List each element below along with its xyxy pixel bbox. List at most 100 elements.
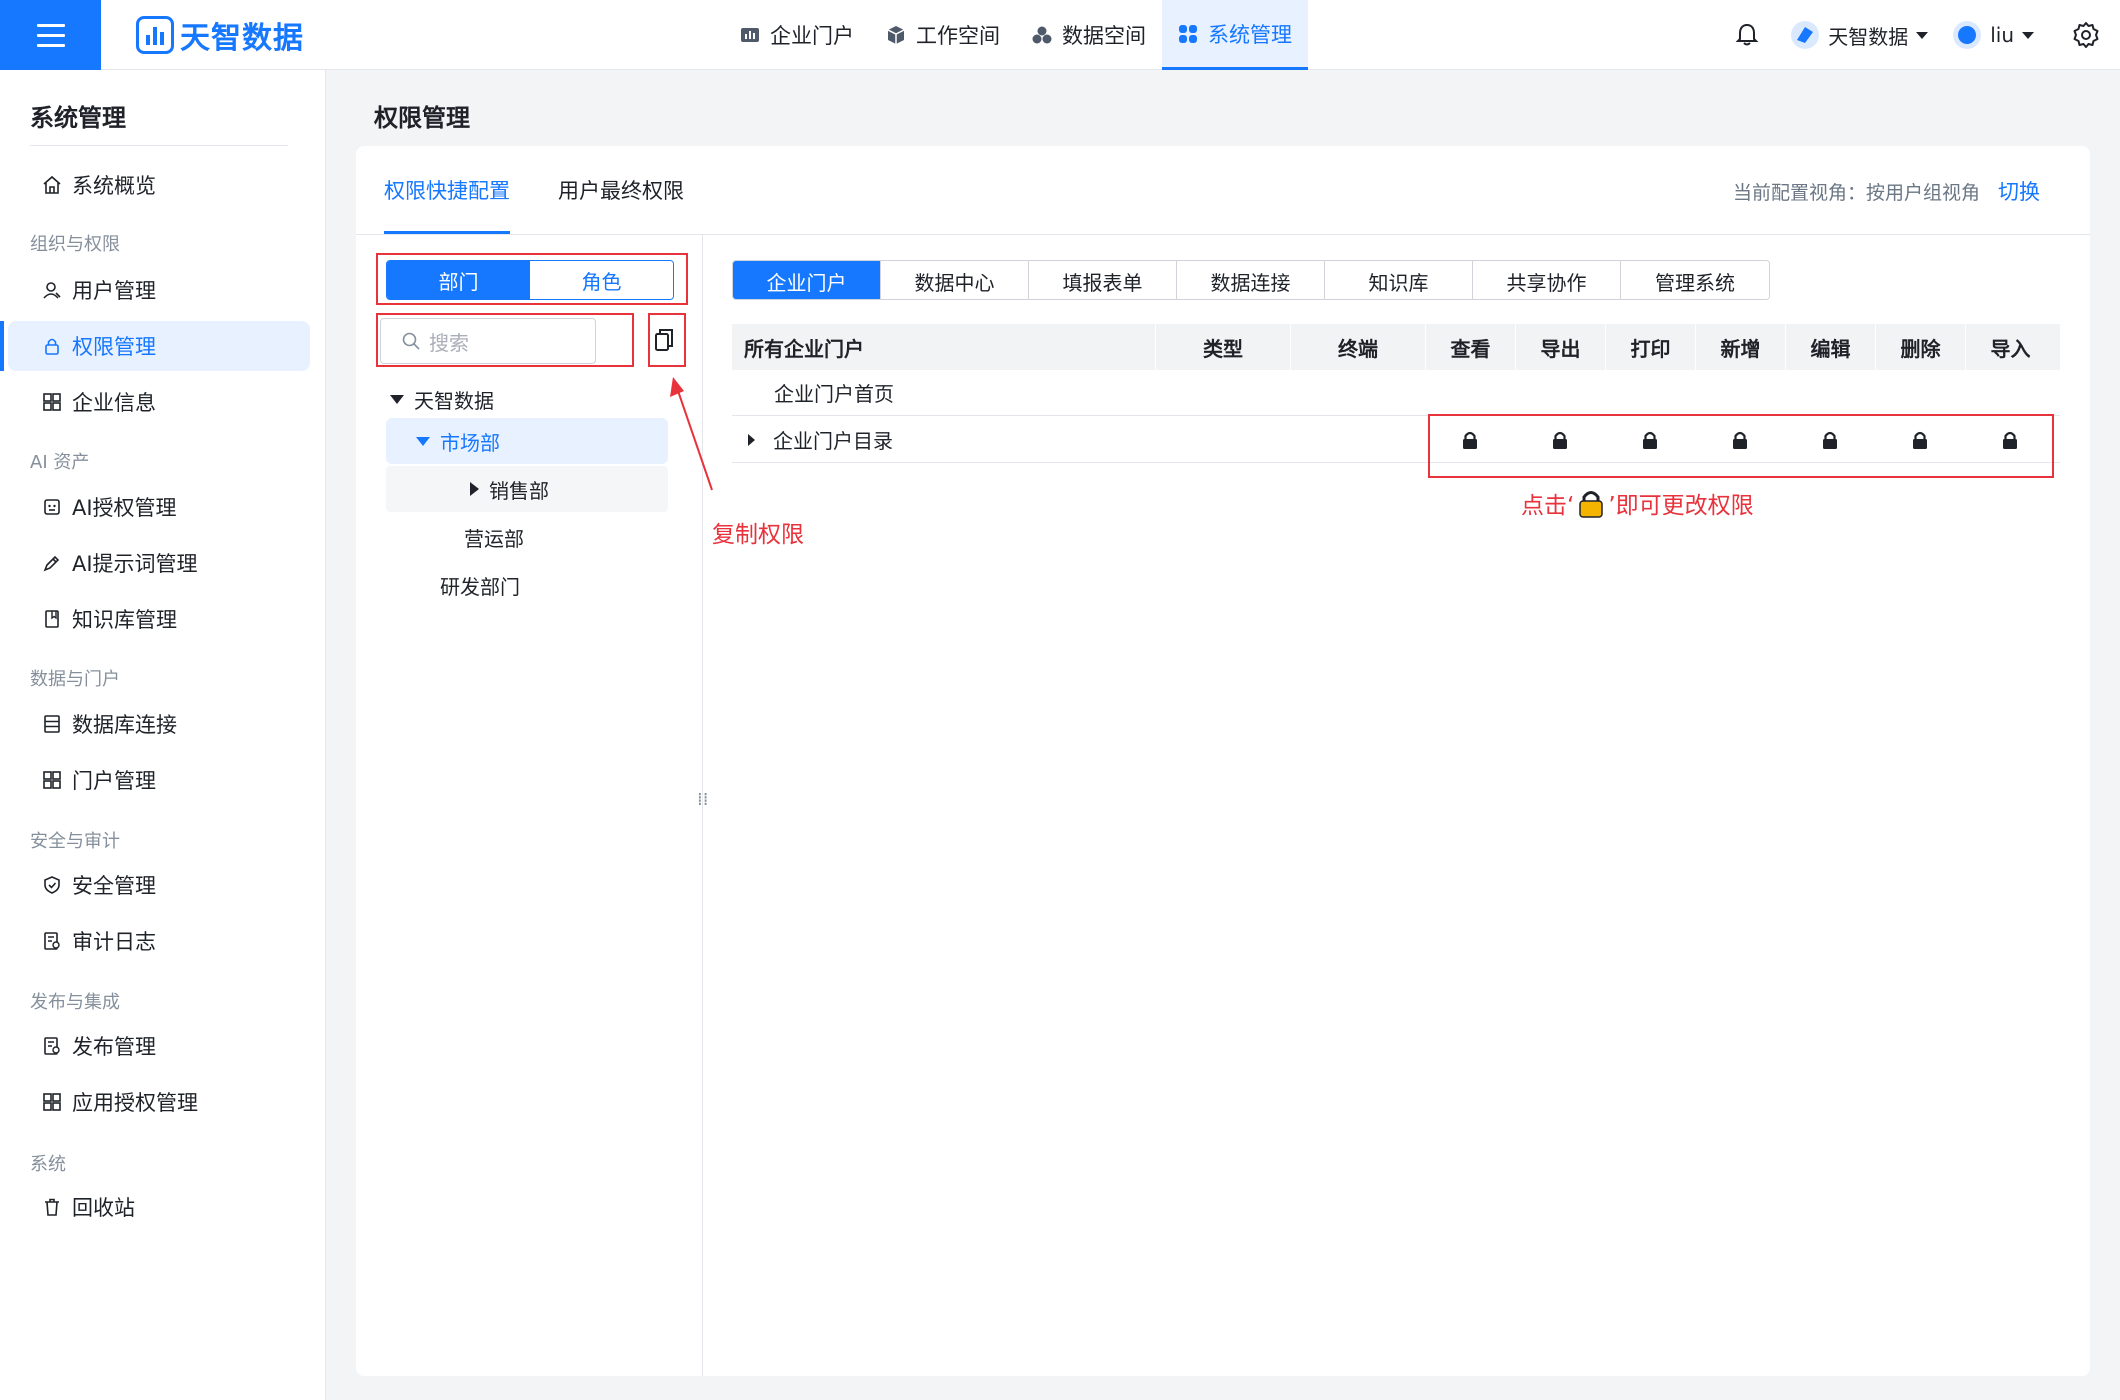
sidebar-item-portal[interactable]: 门户管理: [8, 755, 310, 805]
category-tab[interactable]: 管理系统: [1621, 261, 1769, 299]
col-view: 查看: [1425, 324, 1515, 370]
sidebar-item-label: 企业信息: [72, 391, 156, 415]
robot-icon: [44, 499, 60, 515]
sidebar-item-overview[interactable]: 系统概览: [8, 160, 310, 210]
annotation-lock-suffix: ’即可更改权限: [1608, 493, 1754, 519]
org-switcher[interactable]: 天智数据: [1790, 20, 1929, 50]
lock-icon: [45, 338, 59, 355]
sidebar-item-company[interactable]: 企业信息: [8, 377, 310, 427]
row-label-cell: 企业门户目录: [732, 425, 1155, 454]
sidebar-item-knowledge[interactable]: 知识库管理: [8, 594, 310, 644]
audit-icon: [44, 932, 60, 950]
sidebar-item-permissions[interactable]: 权限管理: [0, 321, 310, 371]
sidebar-title: 系统管理: [30, 104, 126, 132]
divider: [30, 145, 288, 146]
chevron-down-icon: [2022, 31, 2034, 39]
tab-quick-config[interactable]: 权限快捷配置: [384, 146, 510, 234]
topnav-label: 系统管理: [1208, 22, 1292, 47]
sidebar: 系统管理 系统概览 组织与权限 用户管理 权限管理 企业信息 AI 资产 AI授…: [0, 70, 326, 1400]
tree-node-root[interactable]: 天智数据: [390, 376, 494, 422]
shield-icon: [44, 876, 60, 894]
sidebar-item-audit[interactable]: 审计日志: [8, 916, 310, 966]
category-tab[interactable]: 企业门户: [733, 261, 881, 299]
topnav-label: 工作空间: [916, 24, 1000, 48]
sidebar-item-app-auth[interactable]: 应用授权管理: [8, 1077, 310, 1127]
bell-icon[interactable]: [1734, 22, 1760, 48]
col-edit: 编辑: [1785, 324, 1875, 370]
col-print: 打印: [1605, 324, 1695, 370]
chart-icon: [741, 28, 759, 42]
trash-icon: [45, 1198, 59, 1216]
topnav-label: 企业门户: [770, 24, 854, 48]
table-row[interactable]: 企业门户首页: [732, 370, 2060, 416]
topnav-dataspace[interactable]: 数据空间: [1016, 0, 1162, 70]
table-header: 所有企业门户 类型 终端 查看 导出 打印 新增 编辑 删除 导入: [732, 324, 2060, 370]
tree-label: 销售部: [489, 478, 549, 503]
menu-icon[interactable]: [0, 0, 101, 70]
col-portal: 所有企业门户: [744, 336, 864, 361]
annotation-lock-prefix: 点击‘: [1521, 493, 1575, 519]
category-tab[interactable]: 填报表单: [1029, 261, 1177, 299]
topnav-system-admin[interactable]: 系统管理: [1162, 0, 1308, 70]
tree-node-marketing[interactable]: 市场部: [386, 418, 668, 464]
sidebar-item-ai-auth[interactable]: AI授权管理: [8, 482, 310, 532]
col-add: 新增: [1695, 324, 1785, 370]
chevron-down-icon: [1916, 31, 1929, 39]
row-label: 企业门户目录: [773, 429, 893, 453]
sidebar-item-label: 知识库管理: [72, 608, 177, 632]
tree-node-ops[interactable]: 营运部: [464, 514, 524, 560]
row-label: 企业门户首页: [774, 382, 894, 406]
annotation-lock-text: 点击‘ ’即可更改权限: [1521, 486, 1754, 520]
sidebar-item-users[interactable]: 用户管理: [8, 265, 310, 315]
sidebar-item-publish[interactable]: 发布管理: [8, 1021, 310, 1071]
user-name: liu: [1990, 23, 2014, 47]
topnav-workspace[interactable]: 工作空间: [870, 0, 1016, 70]
sidebar-item-label: 回收站: [72, 1196, 135, 1220]
apps-icon: [43, 393, 61, 411]
sidebar-item-label: 应用授权管理: [72, 1091, 198, 1115]
top-bar: 天智数据 企业门户 工作空间 数据空间 系统管理 天智数据 liu: [0, 0, 2120, 70]
category-tab[interactable]: 共享协作: [1473, 261, 1621, 299]
brand-logo[interactable]: 天智数据: [136, 14, 304, 56]
expand-icon[interactable]: [748, 433, 755, 446]
tree-label: 营运部: [464, 526, 524, 551]
sidebar-item-label: 门户管理: [72, 769, 156, 793]
sidebar-group-org: 组织与权限: [30, 234, 120, 255]
annotation-box-toggle: [376, 253, 688, 305]
sidebar-item-label: 安全管理: [72, 874, 156, 898]
category-tab[interactable]: 数据中心: [881, 261, 1029, 299]
sidebar-item-security[interactable]: 安全管理: [8, 860, 310, 910]
apps-icon: [43, 771, 61, 789]
category-tab[interactable]: 知识库: [1325, 261, 1473, 299]
category-tab[interactable]: 数据连接: [1177, 261, 1325, 299]
page-tabs: 权限快捷配置 用户最终权限: [384, 146, 684, 234]
gear-icon[interactable]: [2072, 21, 2100, 49]
sidebar-item-label: AI授权管理: [72, 496, 177, 520]
tree-node-sales[interactable]: 销售部: [386, 466, 668, 512]
database-icon: [44, 715, 60, 733]
cluster-icon: [1032, 26, 1052, 44]
tree-node-rnd[interactable]: 研发部门: [440, 562, 520, 608]
top-nav: 企业门户 工作空间 数据空间 系统管理: [724, 0, 1308, 70]
tree-label: 市场部: [440, 430, 500, 455]
sidebar-item-recycle[interactable]: 回收站: [8, 1182, 310, 1232]
view-perspective-label: 当前配置视角：按用户组视角: [1732, 182, 1980, 204]
topnav-enterprise-portal[interactable]: 企业门户: [724, 0, 870, 70]
home-icon: [43, 175, 61, 194]
col-export: 导出: [1515, 324, 1605, 370]
tab-final-permissions[interactable]: 用户最终权限: [558, 146, 684, 234]
publish-icon: [44, 1037, 60, 1055]
book-icon: [45, 610, 59, 628]
user-menu[interactable]: liu: [1952, 20, 2034, 50]
col-delete: 删除: [1875, 324, 1965, 370]
drag-handle-icon[interactable]: ⁞⁞: [697, 789, 708, 810]
pen-icon: [43, 555, 60, 572]
switch-view-link[interactable]: 切换: [1998, 176, 2040, 206]
top-right: 天智数据 liu: [1734, 0, 2120, 70]
sidebar-item-db[interactable]: 数据库连接: [8, 699, 310, 749]
sidebar-item-label: 数据库连接: [72, 713, 177, 737]
sidebar-item-ai-prompt[interactable]: AI提示词管理: [8, 538, 310, 588]
topnav-label: 数据空间: [1062, 24, 1146, 48]
sidebar-item-label: 权限管理: [72, 335, 156, 359]
caret-down-icon: [390, 394, 404, 404]
